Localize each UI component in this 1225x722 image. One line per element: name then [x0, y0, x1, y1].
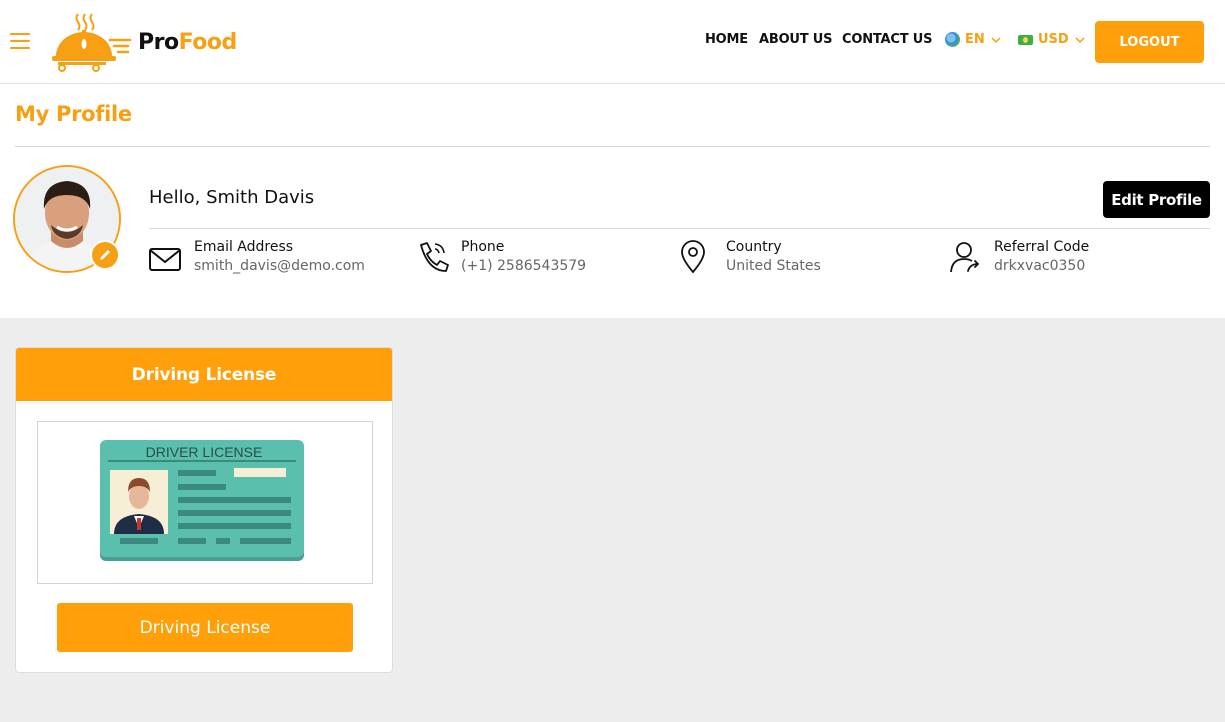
divider: [15, 146, 1210, 147]
menu-icon[interactable]: [10, 32, 30, 50]
phone-value: (+1) 2586543579: [461, 258, 587, 274]
country-value: United States: [726, 258, 821, 274]
phone-info: Phone (+1) 2586543579: [415, 239, 586, 275]
driving-license-button[interactable]: Driving License: [57, 603, 353, 652]
nav-about-us[interactable]: ABOUT US: [759, 32, 832, 47]
user-share-icon: [950, 242, 980, 273]
nav-home[interactable]: HOME: [705, 32, 748, 47]
license-card-text: DRIVER LICENSE: [146, 444, 263, 460]
edit-profile-button[interactable]: Edit Profile: [1103, 181, 1210, 218]
currency-value: USD: [1038, 32, 1069, 47]
email-info: Email Address smith_davis@demo.com: [148, 239, 365, 275]
email-value: smith_davis@demo.com: [194, 258, 365, 274]
logout-button[interactable]: LOGOUT: [1095, 21, 1204, 63]
pencil-icon: [100, 250, 110, 260]
phone-icon: [420, 242, 449, 272]
chevron-down-icon: [991, 36, 1001, 43]
referral-label: Referral Code: [994, 239, 1090, 255]
greeting-text: Hello, Smith Davis: [149, 187, 315, 208]
language-selector[interactable]: EN: [945, 32, 1002, 47]
referral-info: Referral Code drkxvac0350: [948, 239, 1089, 275]
nav-contact-us[interactable]: CONTACT US: [842, 32, 932, 47]
country-label: Country: [726, 239, 782, 255]
referral-value: drkxvac0350: [994, 258, 1086, 274]
chevron-down-icon: [1075, 36, 1085, 43]
license-card-illustration: DRIVER LICENSE: [100, 440, 304, 561]
country-info: Country United States: [680, 239, 821, 275]
card-header: Driving License: [16, 348, 392, 401]
phone-label: Phone: [461, 239, 505, 255]
edit-avatar-button[interactable]: [90, 240, 120, 270]
top-header: ProFood HOME ABOUT US CONTACT US EN USD …: [0, 0, 1225, 84]
money-icon: [1018, 34, 1033, 45]
divider: [149, 228, 1210, 229]
currency-selector[interactable]: USD: [1018, 32, 1086, 47]
profile-section: My Profile Hello, Smith Davis Edit Profi…: [0, 84, 1225, 318]
mail-icon: [149, 248, 181, 271]
license-image[interactable]: DRIVER LICENSE: [37, 421, 373, 584]
page-title: My Profile: [15, 102, 132, 126]
brand-name[interactable]: ProFood: [138, 30, 237, 55]
location-pin-icon: [681, 240, 705, 274]
driving-license-card: Driving License DRIVER LICENSE Driving L…: [15, 347, 393, 673]
email-label: Email Address: [194, 239, 294, 255]
globe-icon: [945, 32, 960, 47]
language-value: EN: [965, 32, 985, 47]
